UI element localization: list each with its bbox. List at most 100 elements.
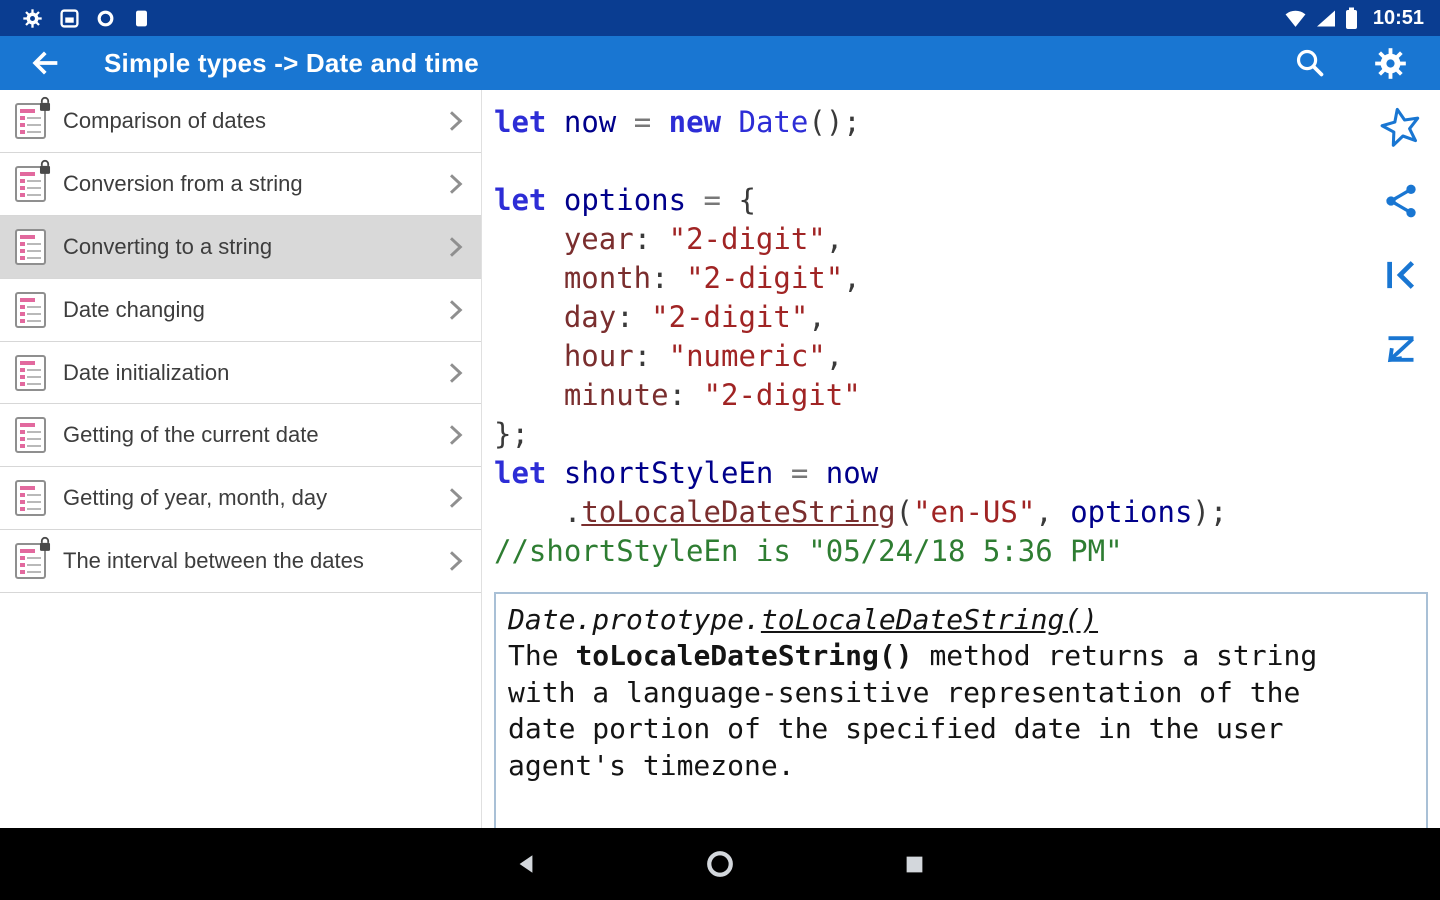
sidebar-item[interactable]: Converting to a string (0, 215, 481, 279)
status-system-icons: 10:51 (1284, 7, 1424, 30)
battery-icon (1345, 7, 1357, 29)
chevron-right-icon (450, 174, 463, 194)
doc-icon-line (20, 374, 41, 379)
sidebar-item[interactable]: Comparison of dates (0, 90, 481, 153)
app-bar-actions (1290, 43, 1410, 83)
skip-to-start-button[interactable] (1378, 252, 1424, 298)
info-method-link[interactable]: toLocaleDateString() (761, 603, 1098, 636)
topic-icon (15, 228, 46, 265)
favorite-button[interactable] (1378, 104, 1424, 150)
navigation-bar (0, 828, 1440, 900)
topic-icon (15, 417, 46, 454)
sidebar-item-label: Comparison of dates (63, 107, 266, 133)
nav-recents-button[interactable] (897, 847, 931, 881)
side-toolbar (1378, 104, 1424, 372)
back-arrow-icon (32, 51, 58, 75)
lock-icon (39, 537, 51, 552)
code-line: }; (494, 417, 529, 451)
chevron-right-icon (450, 488, 463, 509)
cell-signal-icon (1316, 10, 1335, 26)
doc-icon-line (20, 178, 41, 183)
doc-icon-line (20, 304, 41, 309)
doc-icon-line (20, 570, 41, 575)
code-block[interactable]: let now = new Date(); let options = { ye… (494, 103, 1440, 571)
doc-icon-line (20, 381, 41, 386)
code-line: let shortStyleEn = now (494, 456, 879, 490)
doc-icon-line (20, 367, 41, 372)
doc-icon-line (20, 444, 41, 449)
doc-icon-line (20, 437, 41, 442)
share-button[interactable] (1378, 178, 1424, 224)
doc-icon-header (20, 108, 36, 113)
doc-icon-header (20, 423, 36, 428)
code-method-link[interactable]: toLocaleDateString (581, 495, 895, 529)
screenshot-icon (60, 8, 79, 28)
code-line: year: "2-digit", (563, 222, 844, 256)
sidebar-item[interactable]: Conversion from a string (0, 153, 481, 216)
nav-back-button[interactable] (509, 847, 543, 881)
doc-icon-header (20, 486, 36, 491)
doc-icon-line (20, 255, 41, 260)
doc-icon-line (20, 563, 41, 568)
share-icon (1386, 184, 1416, 218)
lock-icon (39, 159, 51, 174)
sidebar-list: Comparison of dates Conversion from a st… (0, 90, 481, 594)
status-bar: 10:51 (0, 0, 1440, 36)
skip-to-end-button[interactable] (1378, 326, 1424, 372)
content-pane[interactable]: let now = new Date(); let options = { ye… (482, 90, 1440, 828)
code-line: //shortStyleEn is "05/24/18 5:36 PM" (494, 534, 1123, 568)
sidebar-item-label: Date changing (63, 296, 205, 322)
app-screen: 10:51 Simple types -> Date and time Comp… (0, 0, 1440, 900)
info-text-line: date portion of the specified date in th… (508, 712, 1284, 746)
doc-icon-line (20, 507, 41, 512)
doc-icon-line (20, 248, 41, 253)
doc-icon-header (20, 171, 36, 176)
sidebar-item-label: Getting of year, month, day (63, 485, 328, 511)
code-line: day: "2-digit", (563, 300, 826, 334)
sidebar-item[interactable]: The interval between the dates (0, 530, 481, 594)
chevron-right-icon (450, 236, 463, 257)
topic-icon (15, 537, 51, 580)
search-button[interactable] (1290, 43, 1330, 83)
code-line: month: "2-digit", (563, 261, 861, 295)
code-line: hour: "numeric", (563, 339, 844, 373)
content-area: Comparison of dates Conversion from a st… (0, 90, 1440, 828)
info-text-line: with a language-sensitive representation… (508, 675, 1301, 709)
topic-icon (15, 291, 46, 328)
chevron-right-icon (450, 425, 463, 446)
doc-icon-header (20, 234, 36, 239)
sidebar-item-label: Date initialization (63, 359, 230, 385)
wifi-icon (1285, 10, 1306, 27)
doc-icon-line (20, 192, 41, 197)
status-notification-icons (22, 8, 151, 29)
nav-home-button[interactable] (703, 847, 737, 881)
skip-to-start-icon (1387, 261, 1415, 289)
storage-icon (136, 10, 147, 26)
sidebar-item[interactable]: Date changing (0, 279, 481, 342)
sidebar-item-label: Getting of the current date (63, 422, 319, 448)
info-text-line: The toLocaleDateString() method returns … (508, 639, 1318, 673)
info-title: Date.prototype.toLocaleDateString() (508, 603, 1099, 636)
doc-icon-line (20, 493, 41, 498)
topic-icon (15, 354, 46, 391)
doc-icon-line (20, 556, 41, 561)
back-button[interactable] (26, 43, 66, 83)
star-outline-icon (1380, 107, 1420, 147)
code-line: let now = new Date(); (494, 105, 861, 139)
sidebar-item[interactable]: Getting of the current date (0, 404, 481, 468)
doc-icon-line (20, 430, 41, 435)
settings-button[interactable] (1370, 43, 1410, 83)
sidebar-item-label: Converting to a string (63, 233, 273, 259)
doc-icon-header (20, 549, 36, 554)
topic-icon (15, 96, 51, 139)
doc-icon-line (20, 241, 41, 246)
sidebar-item[interactable]: Date initialization (0, 342, 481, 405)
doc-icon-line (20, 311, 41, 316)
sidebar-item[interactable]: Getting of year, month, day (0, 467, 481, 531)
chevron-right-icon (450, 551, 463, 571)
chevron-right-icon (450, 111, 463, 131)
doc-icon-header (20, 360, 36, 365)
sidebar-item-label: Conversion from a string (63, 170, 303, 196)
recents-square-icon (906, 856, 922, 872)
